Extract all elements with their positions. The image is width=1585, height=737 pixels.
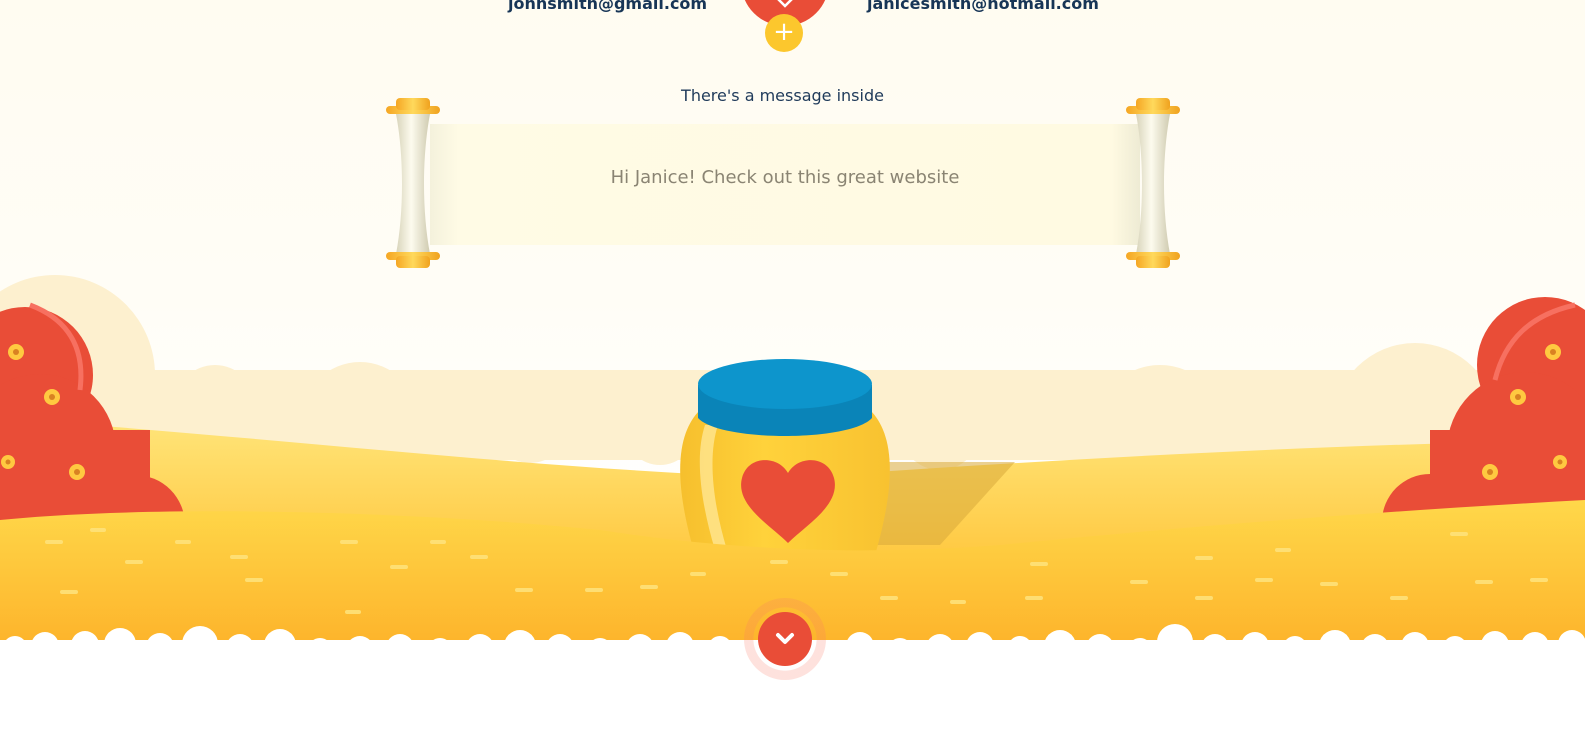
honey-jar bbox=[680, 359, 890, 555]
message-label: There's a message inside bbox=[681, 86, 884, 105]
add-button[interactable]: + bbox=[765, 14, 803, 52]
scroll-rod-left bbox=[386, 98, 440, 268]
chevron-down-icon bbox=[776, 633, 794, 644]
message-text: Hi Janice! Check out this great website bbox=[610, 167, 960, 188]
recipient-email: janicesmith@hotmail.com bbox=[867, 0, 1099, 13]
scroll-down-button-face[interactable] bbox=[758, 612, 812, 666]
sender-email: johnsmith@gmail.com bbox=[508, 0, 708, 13]
scroll-rod-right bbox=[1126, 98, 1180, 268]
scroll-down-button[interactable] bbox=[744, 598, 826, 680]
